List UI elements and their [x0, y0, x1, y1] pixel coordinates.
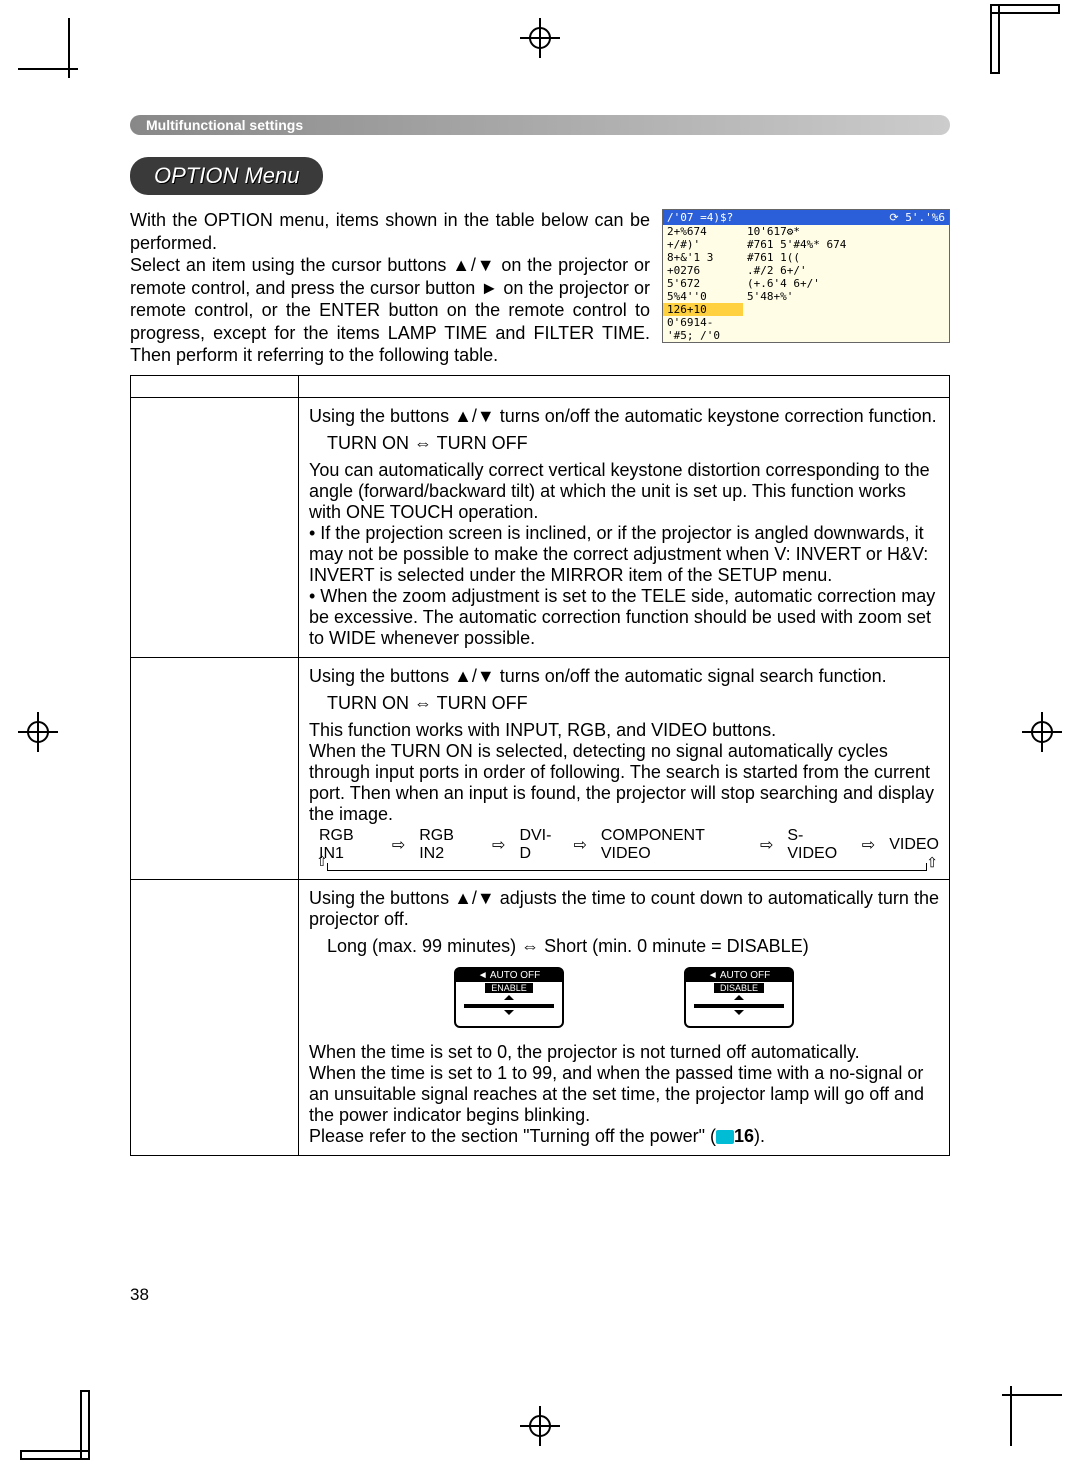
desc-text: Using the buttons ▲/▼ adjusts the time t…: [309, 888, 939, 930]
table-header-cell: [299, 375, 950, 397]
page-number: 38: [130, 1285, 149, 1305]
arrow-right-icon: ⇨: [492, 835, 505, 855]
osd-menu-item: 2+%674: [663, 225, 743, 238]
signal-cycle: RGB IN1 ⇨ RGB IN2 ⇨ DVI-D ⇨ COMPONENT VIDEO ⇨ S-…: [309, 827, 939, 863]
osd-preview: /'07 =4)$? ⟳ 5'.'%6 2+%674+/#)'8+&'1 3+0…: [662, 209, 950, 343]
osd-menu-value: 5'48+%': [743, 290, 949, 303]
osd-menu-value: (+.6'4 6+/': [743, 277, 949, 290]
arrow-right-icon: ⇨: [573, 835, 586, 855]
triangle-down-icon: [504, 1010, 514, 1015]
crop-mark: [1010, 1386, 1012, 1446]
crop-mark: [80, 1390, 90, 1460]
option-toggle: TURN ON ⇔ TURN OFF: [309, 693, 939, 714]
crop-mark: [990, 4, 1000, 74]
table-header-cell: [131, 375, 299, 397]
osd-menu-item: 5'672: [663, 277, 743, 290]
table-desc-cell: Using the buttons ▲/▼ turns on/off the a…: [299, 657, 950, 879]
option-toggle: TURN ON ⇔ TURN OFF: [309, 433, 939, 454]
cycle-item: COMPONENT VIDEO: [601, 827, 746, 863]
cycle-item: RGB IN1: [319, 827, 378, 863]
osd-menu-item: 0'6914-: [663, 316, 743, 329]
cycle-item: S-VIDEO: [787, 827, 847, 863]
reference-icon: [716, 1130, 734, 1144]
arrow-right-icon: ⇨: [862, 835, 875, 855]
registration-mark-icon: [1022, 712, 1062, 752]
auto-off-diagram: ◄ AUTO OFF ENABLE ◄ AUTO OFF DISABLE: [309, 967, 939, 1028]
desc-text: Please refer to the section "Turning off…: [309, 1126, 939, 1147]
cycle-item: VIDEO: [889, 836, 939, 854]
registration-mark-icon: [520, 18, 560, 58]
cycle-item: RGB IN2: [419, 827, 478, 863]
osd-menu-value: #761 1((: [743, 251, 949, 264]
triangle-up-icon: [734, 995, 744, 1000]
desc-text: When the time is set to 1 to 99, and whe…: [309, 1063, 939, 1126]
crop-mark: [68, 18, 70, 78]
table-row: Using the buttons ▲/▼ turns on/off the a…: [131, 657, 950, 879]
registration-mark-icon: [18, 712, 58, 752]
table-row: Using the buttons ▲/▼ adjusts the time t…: [131, 879, 950, 1155]
section-header: Multifunctional settings: [130, 115, 950, 135]
options-table: Using the buttons ▲/▼ turns on/off the a…: [130, 375, 950, 1156]
desc-text: Using the buttons ▲/▼ turns on/off the a…: [309, 666, 939, 687]
auto-off-header: ◄ AUTO OFF: [456, 969, 562, 982]
registration-mark-icon: [520, 1406, 560, 1446]
auto-off-label: ENABLE: [485, 983, 533, 993]
osd-menu-item: 8+&'1 3: [663, 251, 743, 264]
desc-text: • When the zoom adjustment is set to the…: [309, 586, 939, 649]
osd-menu-item: 5%4''0: [663, 290, 743, 303]
table-row: Using the buttons ▲/▼ turns on/off the a…: [131, 397, 950, 657]
slider-bar-icon: [694, 1004, 784, 1008]
auto-off-disable-box: ◄ AUTO OFF DISABLE: [684, 967, 794, 1028]
osd-menu-value: #761 5'#4%* 674: [743, 238, 949, 251]
desc-text: You can automatically correct vertical k…: [309, 460, 939, 523]
arrow-right-icon: ⇨: [760, 835, 773, 855]
crop-mark: [990, 4, 1060, 14]
table-item-cell: [131, 397, 299, 657]
reference-number: 16: [734, 1126, 754, 1146]
cycle-item: DVI-D: [519, 827, 559, 863]
osd-title-right: ⟳ 5'.'%6: [889, 211, 945, 224]
desc-text: This function works with INPUT, RGB, and…: [309, 720, 939, 741]
desc-text: • If the projection screen is inclined, …: [309, 523, 939, 586]
intro-paragraph: With the OPTION menu, items shown in the…: [130, 209, 650, 367]
osd-menu-value: .#/2 6+/': [743, 264, 949, 277]
desc-text: When the TURN ON is selected, detecting …: [309, 741, 939, 825]
osd-menu-item: 126+10: [663, 303, 743, 316]
auto-off-enable-box: ◄ AUTO OFF ENABLE: [454, 967, 564, 1028]
triangle-up-icon: [504, 995, 514, 1000]
osd-menu-item: +/#)': [663, 238, 743, 251]
table-item-cell: [131, 657, 299, 879]
option-toggle: Long (max. 99 minutes) ⇔ Short (min. 0 m…: [309, 936, 939, 957]
slider-bar-icon: [464, 1004, 554, 1008]
table-desc-cell: Using the buttons ▲/▼ adjusts the time t…: [299, 879, 950, 1155]
auto-off-label: DISABLE: [714, 983, 764, 993]
menu-title-pill: OPTION Menu: [130, 157, 323, 195]
osd-menu-value: 10'617⚙*: [743, 225, 949, 238]
osd-title-left: /'07 =4)$?: [667, 211, 733, 224]
osd-menu-item: '#5; /'0: [663, 329, 743, 342]
desc-text: When the time is set to 0, the projector…: [309, 1042, 939, 1063]
cycle-bar-icon: [327, 863, 927, 871]
table-item-cell: [131, 879, 299, 1155]
auto-off-header: ◄ AUTO OFF: [686, 969, 792, 982]
desc-text: Using the buttons ▲/▼ turns on/off the a…: [309, 406, 939, 427]
osd-menu-item: +0276: [663, 264, 743, 277]
arrow-right-icon: ⇨: [392, 835, 405, 855]
triangle-down-icon: [734, 1010, 744, 1015]
table-desc-cell: Using the buttons ▲/▼ turns on/off the a…: [299, 397, 950, 657]
